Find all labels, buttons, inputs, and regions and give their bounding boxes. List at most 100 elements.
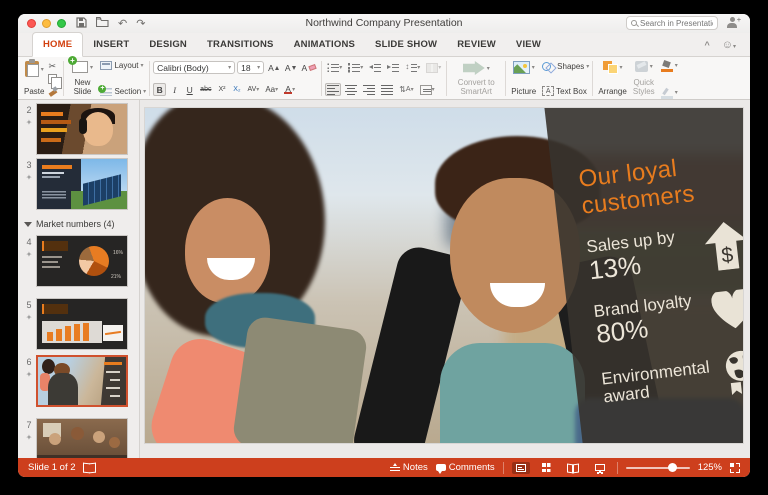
subscript-button[interactable]: X₂ xyxy=(230,83,243,96)
increase-font-button[interactable]: A xyxy=(266,61,281,74)
paragraph-group: ▾ ▾ ▾ ▾ ⇅A▾ ▾ xyxy=(325,60,443,97)
new-slide-button[interactable]: ▾ New Slide xyxy=(67,56,97,97)
reading-view-button[interactable] xyxy=(563,462,583,474)
slide-editing-area: Our loyal customers Sales up by 13% $ Br… xyxy=(140,100,750,458)
current-slide-canvas[interactable]: Our loyal customers Sales up by 13% $ Br… xyxy=(145,108,743,443)
tab-transitions[interactable]: TRANSITIONS xyxy=(197,33,284,56)
slide-title: Our loyal customers xyxy=(577,154,697,221)
transition-star-icon: ✦ xyxy=(25,250,33,259)
tab-slide-show[interactable]: SLIDE SHOW xyxy=(365,33,447,56)
fit-to-window-icon[interactable] xyxy=(730,462,740,473)
smartart-group: ▾ Convert to SmartArt xyxy=(450,60,502,97)
search-icon xyxy=(631,20,637,26)
change-case-button[interactable]: Aa ▾ xyxy=(263,83,280,96)
thesaurus-book-icon[interactable] xyxy=(83,463,96,472)
bold-button[interactable]: B xyxy=(153,83,167,96)
powerpoint-window: ↶ ↷ Northwind Company Presentation + HOM… xyxy=(18,14,750,477)
tab-animations[interactable]: ANIMATIONS xyxy=(284,33,365,56)
tab-review[interactable]: REVIEW xyxy=(447,33,506,56)
format-painter-icon[interactable] xyxy=(48,86,58,96)
slide-number: 6 xyxy=(26,357,32,367)
slideshow-icon xyxy=(594,464,605,473)
layout-icon xyxy=(100,61,113,70)
tab-insert[interactable]: INSERT xyxy=(83,33,139,56)
quick-styles-button[interactable]: ▾ Quick Styles xyxy=(629,60,659,97)
align-left-button[interactable] xyxy=(325,83,342,96)
arrange-button[interactable]: ▾ Arrange xyxy=(596,60,628,97)
slide-counter: Slide 1 of 2 xyxy=(28,462,76,473)
shapes-button[interactable]: Shapes ▾ xyxy=(542,61,589,71)
numbering-button[interactable]: ▾ xyxy=(346,61,365,74)
slide-sorter-icon xyxy=(541,463,551,472)
slide-thumbnail-2[interactable] xyxy=(36,103,128,155)
search-input[interactable] xyxy=(640,18,713,28)
slide-sorter-view-button[interactable] xyxy=(538,461,555,474)
search-box[interactable] xyxy=(626,16,718,30)
align-text-button[interactable]: ▾ xyxy=(418,83,437,96)
line-spacing-button[interactable]: ▾ xyxy=(403,61,422,74)
shapes-icon xyxy=(542,61,555,71)
zoom-slider[interactable] xyxy=(625,463,690,472)
decrease-indent-button[interactable] xyxy=(367,61,383,74)
pie-chart-mini xyxy=(79,246,109,276)
tab-design[interactable]: DESIGN xyxy=(139,33,197,56)
increase-indent-button[interactable] xyxy=(385,61,401,74)
columns-button[interactable]: ▾ xyxy=(424,61,443,74)
underline-button[interactable]: U xyxy=(183,83,196,96)
paste-button[interactable]: ▾ Paste xyxy=(22,59,46,97)
share-person-icon[interactable]: + xyxy=(727,17,741,29)
notes-button[interactable]: Notes xyxy=(389,462,428,473)
tab-home[interactable]: HOME xyxy=(32,32,84,57)
character-spacing-button[interactable]: AV ▾ xyxy=(245,83,261,96)
fill-bucket-icon xyxy=(660,61,673,72)
normal-view-button[interactable] xyxy=(511,461,530,474)
font-size-select[interactable]: 18 ▾ xyxy=(237,61,265,74)
decrease-font-button[interactable]: A xyxy=(283,61,298,74)
layout-button[interactable]: Layout ▾ xyxy=(100,61,146,70)
feedback-smiley-icon[interactable]: ☺▾ xyxy=(722,39,736,51)
superscript-button[interactable]: X² xyxy=(215,83,228,96)
section-button[interactable]: Section▾ xyxy=(98,85,146,96)
text-box-button[interactable]: A Text Box xyxy=(542,86,589,96)
picture-button[interactable]: ▾ Picture xyxy=(509,60,538,97)
strikethrough-button[interactable]: abc xyxy=(198,83,213,96)
collapse-ribbon-icon[interactable]: ^ xyxy=(704,40,709,50)
slide-thumbnail-4[interactable]: 16% 21% xyxy=(36,235,128,287)
font-name-select[interactable]: Calibri (Body) ▾ xyxy=(153,61,236,74)
text-direction-button[interactable]: ⇅ A ▾ xyxy=(397,83,415,96)
font-color-button[interactable]: A ▾ xyxy=(282,83,297,96)
slide-thumbnail-3[interactable] xyxy=(36,158,128,210)
stat-loyalty: Brand loyalty 80% xyxy=(593,284,743,349)
ribbon: ▾ Paste ✂ ▾ New Slide Layout▾ Section▾ xyxy=(18,56,750,100)
arrange-group: ▾ Arrange ▾ Quick Styles ▾ ▾ xyxy=(596,60,678,99)
shape-outline-button[interactable]: ▾ xyxy=(660,88,678,99)
slide-thumbnail-6-selected[interactable] xyxy=(36,355,128,407)
align-center-button[interactable] xyxy=(343,83,359,96)
smartart-icon xyxy=(462,61,485,75)
slideshow-view-button[interactable] xyxy=(591,462,609,473)
bullets-button[interactable]: ▾ xyxy=(325,61,344,74)
justify-button[interactable] xyxy=(379,83,395,96)
shape-fill-button[interactable]: ▾ xyxy=(660,61,678,72)
slide-thumbnail-7[interactable] xyxy=(36,418,128,458)
slide-number: 7 xyxy=(26,420,32,430)
globe-award-icon xyxy=(725,350,743,395)
title-bar: ↶ ↷ Northwind Company Presentation + xyxy=(18,14,750,33)
slide-thumbnail-5[interactable] xyxy=(36,298,128,350)
comments-button[interactable]: Comments xyxy=(435,462,495,474)
convert-smartart-button[interactable]: ▾ Convert to SmartArt xyxy=(450,60,502,97)
stats-panel[interactable]: Our loyal customers Sales up by 13% $ Br… xyxy=(542,108,743,443)
tab-view[interactable]: VIEW xyxy=(506,33,551,56)
zoom-level: 125% xyxy=(697,462,722,473)
normal-view-icon xyxy=(515,463,526,472)
reading-view-icon xyxy=(567,464,579,472)
align-right-button[interactable] xyxy=(361,83,377,96)
cut-icon[interactable]: ✂ xyxy=(48,61,58,72)
copy-icon[interactable] xyxy=(48,74,63,89)
slide-number: 2 xyxy=(26,105,32,115)
zoom-slider-handle[interactable] xyxy=(667,463,677,472)
clear-formatting-button[interactable]: A xyxy=(300,61,319,74)
section-header[interactable]: Market numbers (4) xyxy=(24,219,115,229)
transition-star-icon: ✦ xyxy=(25,370,33,379)
italic-button[interactable]: I xyxy=(168,83,181,96)
